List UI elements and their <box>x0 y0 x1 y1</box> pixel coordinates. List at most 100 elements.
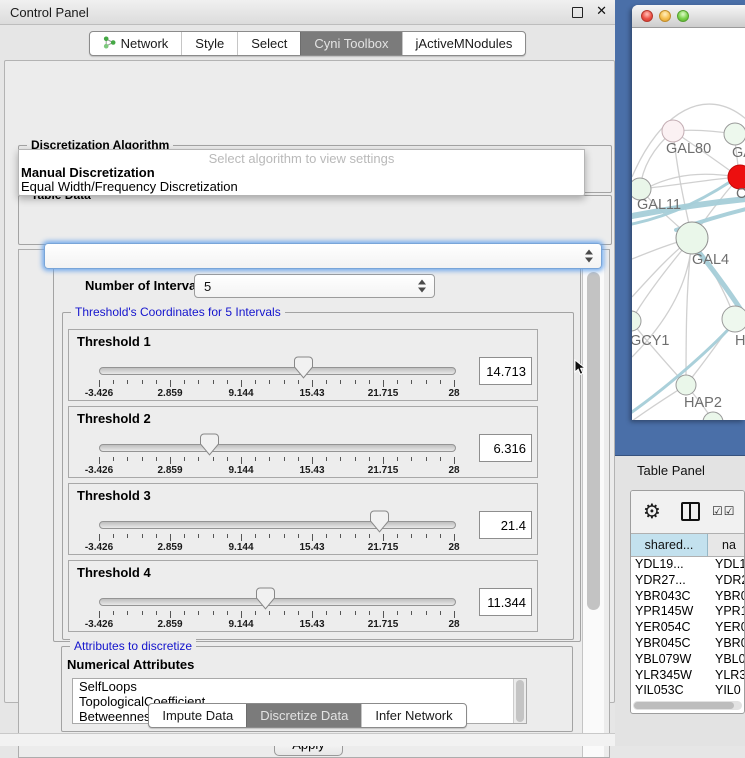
table-row[interactable]: YBR045CYBR0 <box>631 636 744 652</box>
cell-shared-name[interactable]: YDL19... <box>631 557 711 573</box>
slider-tick <box>355 611 356 615</box>
slider-track[interactable] <box>99 598 456 606</box>
network-node[interactable] <box>662 120 684 142</box>
node-label: GCY1 <box>632 333 670 349</box>
segmented-control: Impute DataDiscretize Data Infer Network <box>148 703 466 728</box>
threshold-value-field[interactable]: 21.4 <box>479 511 532 539</box>
network-node[interactable] <box>632 311 641 331</box>
slider-tick <box>170 611 171 618</box>
cell-shared-name[interactable]: YBR043C <box>631 589 711 605</box>
tab-discretize-data[interactable]: Discretize Data <box>246 704 361 727</box>
slider-tick <box>340 534 341 538</box>
cell-name[interactable]: YPR1 <box>711 604 744 620</box>
slider-tick <box>99 380 100 387</box>
cell-shared-name[interactable]: YPR145W <box>631 604 711 620</box>
cell-shared-name[interactable]: YDR27... <box>631 573 711 589</box>
dropdown-option-equal-width-frequency[interactable]: Equal Width/Frequency Discretization <box>19 180 584 194</box>
tab-label: Infer Network <box>375 708 452 723</box>
numerical-attributes-label: Numerical Attributes <box>67 657 194 672</box>
cell-shared-name[interactable]: YBR045C <box>631 636 711 652</box>
threshold-value-field[interactable]: 11.344 <box>479 588 532 616</box>
threshold-label: Threshold 3 <box>77 488 151 503</box>
slider-tick <box>426 380 427 384</box>
select-columns-icon[interactable]: ☑☑ <box>712 504 736 518</box>
cell-shared-name[interactable]: YER054C <box>631 620 711 636</box>
slider-tick <box>355 457 356 461</box>
cell-shared-name[interactable]: YIL053C <box>631 683 711 699</box>
slider-tick <box>255 380 256 384</box>
vertical-scrollbar[interactable] <box>582 250 604 757</box>
tab-style[interactable]: Style <box>181 32 237 55</box>
table-row[interactable]: YLR345WYLR3 <box>631 668 744 684</box>
number-of-intervals-combobox[interactable]: 5 <box>194 274 435 298</box>
cell-name[interactable]: YDL1 <box>711 557 744 573</box>
tab-select[interactable]: Select <box>237 32 300 55</box>
threshold-value-field[interactable]: 14.713 <box>479 357 532 385</box>
tab-label: jActiveMNodules <box>416 36 513 51</box>
network-node[interactable] <box>676 222 708 254</box>
slider-tick <box>113 534 114 538</box>
network-node[interactable] <box>703 412 723 420</box>
column-header-shared-name[interactable]: shared... <box>631 534 708 556</box>
network-window-titlebar[interactable] <box>632 5 745 28</box>
tab-label: Select <box>251 36 287 51</box>
tab-network[interactable]: Network <box>90 32 182 55</box>
slider-tick <box>184 380 185 384</box>
table-horizontal-scrollbar[interactable] <box>633 701 742 710</box>
dropdown-hint-text: Select algorithm to view settings <box>19 151 584 166</box>
cell-shared-name[interactable]: YBL079W <box>631 652 711 668</box>
column-header-name[interactable]: na <box>708 534 744 556</box>
network-node[interactable] <box>676 375 696 395</box>
algorithm-combobox[interactable] <box>44 243 602 269</box>
slider-tick <box>397 611 398 615</box>
zoom-traffic-light-icon[interactable] <box>677 10 689 22</box>
vertical-scrollbar-thumb[interactable] <box>587 272 600 610</box>
slider-thumb[interactable] <box>200 433 219 456</box>
table-row[interactable]: YBR043CYBR0 <box>631 589 744 605</box>
table-row[interactable]: YPR145WYPR1 <box>631 604 744 620</box>
slider-track[interactable] <box>99 367 456 375</box>
slider-tick <box>184 534 185 538</box>
tab-cyni-toolbox[interactable]: Cyni Toolbox <box>300 32 401 55</box>
network-node[interactable] <box>722 306 745 332</box>
network-canvas[interactable]: GAL80GACGAL11GAL4GCY1HHAP2 <box>632 28 745 420</box>
tab-impute-data[interactable]: Impute Data <box>149 704 246 727</box>
tab-infer-network[interactable]: Infer Network <box>361 704 465 727</box>
minimize-traffic-light-icon[interactable] <box>659 10 671 22</box>
network-node[interactable] <box>724 123 745 145</box>
cell-name[interactable]: YDR2 <box>711 573 744 589</box>
slider-thumb[interactable] <box>294 356 313 379</box>
close-traffic-light-icon[interactable] <box>641 10 653 22</box>
slider-track[interactable] <box>99 521 456 529</box>
cell-name[interactable]: YBR0 <box>711 589 744 605</box>
table-row[interactable]: YER054CYER0 <box>631 620 744 636</box>
table-row[interactable]: YIL053CYIL0 <box>631 683 744 699</box>
slider-tick <box>298 611 299 615</box>
cell-name[interactable]: YBL0 <box>711 652 744 668</box>
slider-tick <box>241 534 242 541</box>
node-label: C <box>736 186 745 202</box>
table-scrollbar-thumb[interactable] <box>634 702 734 709</box>
cell-name[interactable]: YLR3 <box>711 668 744 684</box>
cell-shared-name[interactable]: YLR345W <box>631 668 711 684</box>
slider-tick-label: 9.144 <box>228 465 253 476</box>
slider-thumb[interactable] <box>256 587 275 610</box>
cell-name[interactable]: YIL0 <box>711 683 744 699</box>
slider-tick <box>198 457 199 461</box>
table-row[interactable]: YDR27...YDR2 <box>631 573 744 589</box>
cell-name[interactable]: YBR0 <box>711 636 744 652</box>
attribute-item-selfloops[interactable]: SelfLoops <box>73 679 526 694</box>
table-row[interactable]: YDL19...YDL1 <box>631 557 744 573</box>
slider-track[interactable] <box>99 444 456 452</box>
table-row[interactable]: YBL079WYBL0 <box>631 652 744 668</box>
dropdown-option-manual-discretization[interactable]: Manual Discretization <box>19 166 584 180</box>
float-window-icon[interactable] <box>572 7 583 18</box>
column-layout-icon[interactable] <box>681 502 700 521</box>
cell-name[interactable]: YER0 <box>711 620 744 636</box>
slider-thumb[interactable] <box>370 510 389 533</box>
tab-jactivemnodules[interactable]: jActiveMNodules <box>402 32 526 55</box>
slider-tick <box>213 380 214 384</box>
close-icon[interactable]: ✕ <box>596 3 607 19</box>
threshold-value-field[interactable]: 6.316 <box>479 434 532 462</box>
gear-icon[interactable]: ⚙ <box>643 499 661 524</box>
